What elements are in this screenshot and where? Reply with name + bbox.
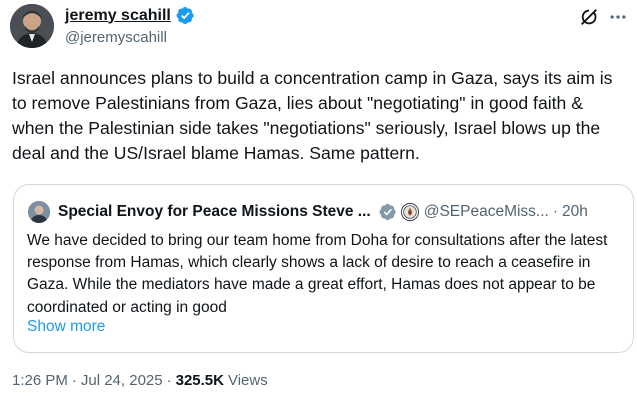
verified-badge-icon[interactable] <box>176 6 195 25</box>
views-count: 325.5K <box>175 372 224 389</box>
views-label: Views <box>227 372 268 389</box>
quoted-timestamp[interactable]: 20h <box>562 203 588 221</box>
author-name[interactable]: jeremy scahill <box>65 7 171 25</box>
quoted-tweet-text: We have decided to bring our team home f… <box>27 232 608 316</box>
meta-separator: · <box>71 372 77 389</box>
tweet-date[interactable]: Jul 24, 2025 <box>81 372 163 389</box>
tweet-meta: 1:26 PM · Jul 24, 2025 · 325.5K Views <box>12 372 268 389</box>
quoted-author-handle[interactable]: @SEPeaceMiss... <box>424 203 549 221</box>
author-handle[interactable]: @jeremyscahill <box>65 29 167 46</box>
author-name-row: jeremy scahill <box>65 6 195 25</box>
grok-icon[interactable] <box>578 6 600 28</box>
tweet-text: Israel announces plans to build a concen… <box>12 68 613 163</box>
quoted-author-avatar[interactable] <box>28 201 50 223</box>
more-options-button[interactable] <box>607 6 629 28</box>
meta-separator: · <box>166 372 172 389</box>
show-more-link[interactable]: Show more <box>27 318 105 336</box>
government-seal-icon <box>400 203 419 221</box>
quoted-author-name[interactable]: Special Envoy for Peace Missions Steve .… <box>58 203 371 221</box>
author-avatar[interactable] <box>10 4 54 48</box>
more-options-icon <box>610 15 626 19</box>
quoted-tweet[interactable]: Special Envoy for Peace Missions Steve .… <box>13 184 634 353</box>
gray-verified-badge-icon[interactable] <box>379 203 397 221</box>
avatar-image <box>10 4 54 48</box>
quoted-separator: · <box>552 203 559 220</box>
quoted-avatar-image <box>28 201 50 223</box>
quoted-tweet-header: Special Envoy for Peace Missions Steve .… <box>28 201 588 223</box>
tweet-time[interactable]: 1:26 PM <box>12 372 68 389</box>
